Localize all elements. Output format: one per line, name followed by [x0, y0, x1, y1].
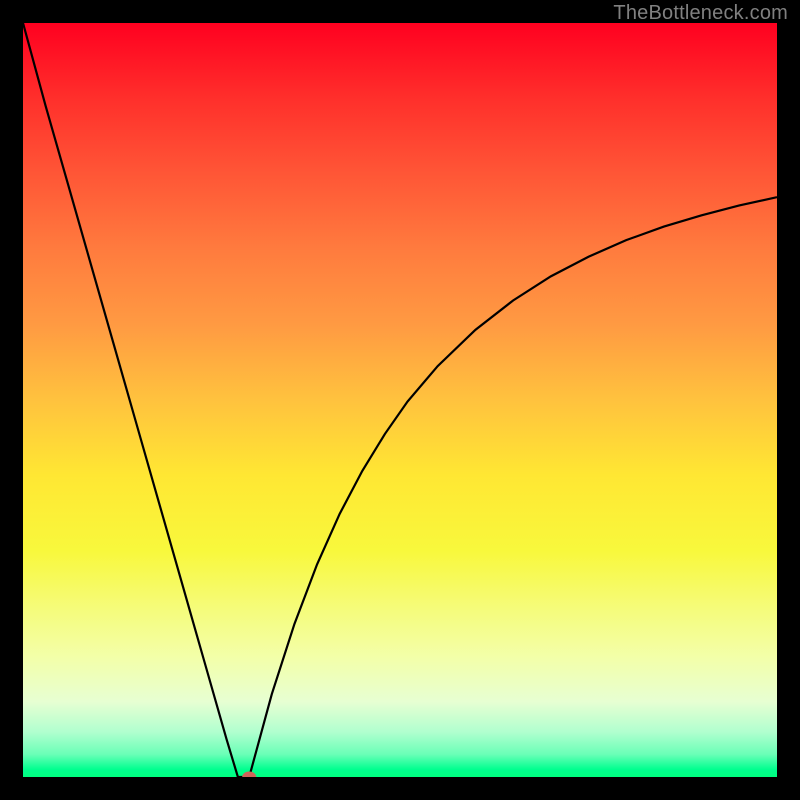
attribution-text: TheBottleneck.com [613, 2, 788, 25]
chart-frame: TheBottleneck.com [0, 0, 800, 800]
bottleneck-curve-path [23, 23, 777, 777]
optimal-point-marker [242, 772, 256, 778]
curve-layer [23, 23, 777, 777]
plot-area [23, 23, 777, 777]
